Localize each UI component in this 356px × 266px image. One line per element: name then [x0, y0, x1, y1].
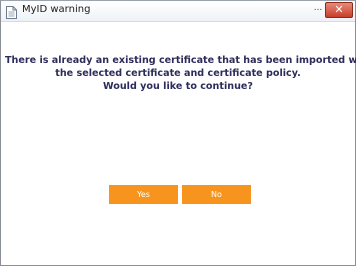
- document-icon: [6, 4, 17, 19]
- close-button[interactable]: ✕: [325, 2, 353, 18]
- warning-window: MyID warning ... ✕ There is already an e…: [0, 0, 356, 266]
- message-line: Would you like to continue?: [103, 81, 253, 92]
- warning-message: There is already an existing certificate…: [5, 54, 356, 93]
- window-title: MyID warning: [22, 4, 91, 15]
- close-icon: ✕: [334, 3, 344, 16]
- minimize-button[interactable]: ...: [312, 4, 324, 16]
- yes-button[interactable]: Yes: [109, 185, 178, 204]
- message-line: the selected certificate and certificate…: [55, 68, 301, 79]
- message-line: There is already an existing certificate…: [5, 55, 356, 66]
- no-button[interactable]: No: [182, 185, 251, 204]
- title-bar: MyID warning ... ✕: [1, 1, 355, 22]
